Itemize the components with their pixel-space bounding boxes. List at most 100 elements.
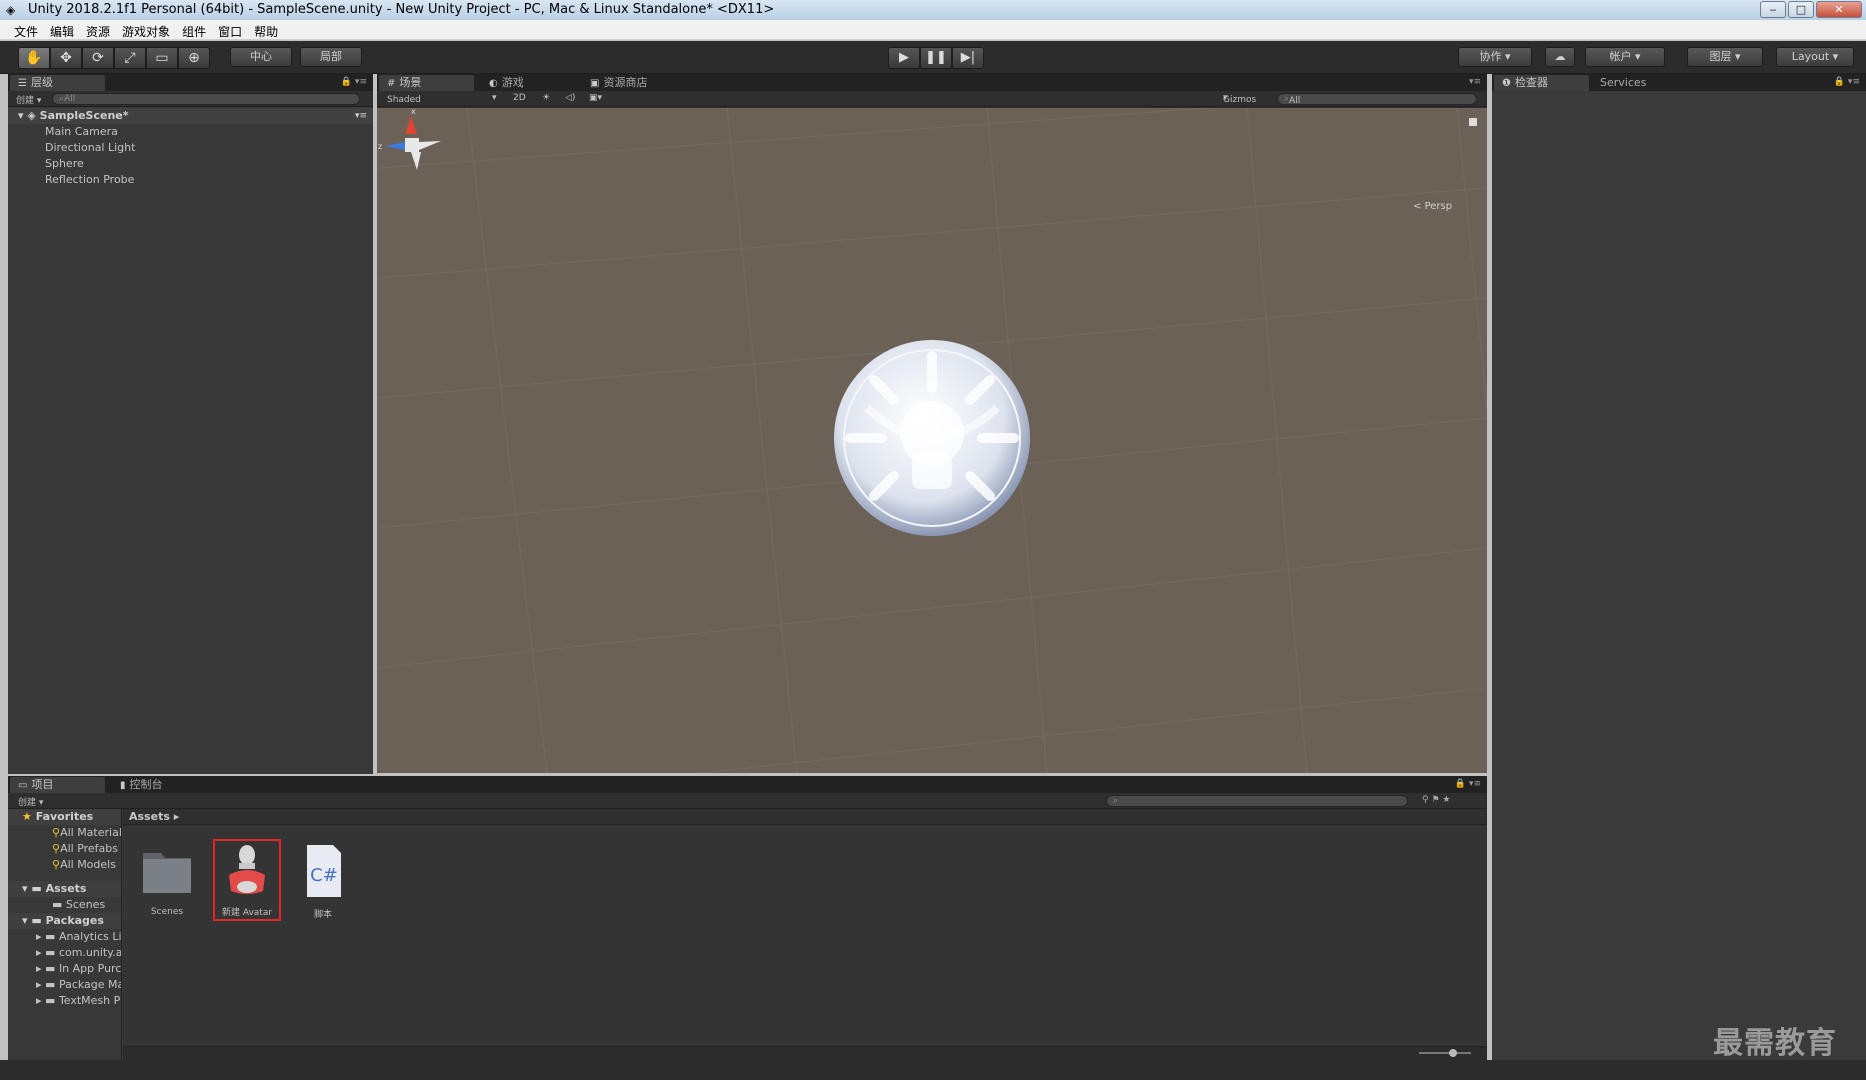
hierarchy-item[interactable]: Directional Light xyxy=(8,140,373,156)
tab-hierarchy[interactable]: ☰ 层级 xyxy=(10,75,105,91)
rect-tool-icon[interactable]: ▭ xyxy=(146,47,178,69)
rotate-tool-icon[interactable]: ⟳ xyxy=(82,47,114,69)
scene-name: SampleScene* xyxy=(39,109,129,122)
lighting-toggle-icon[interactable]: ☀ xyxy=(542,93,550,103)
layout-dropdown[interactable]: Layout ▾ xyxy=(1776,47,1854,67)
tab-project[interactable]: ▭ 项目 xyxy=(10,777,105,793)
orientation-gizmo[interactable]: x z xyxy=(377,108,447,178)
hand-tool-icon[interactable]: ✋ xyxy=(18,47,50,69)
favorites-label: Favorites xyxy=(35,810,94,823)
menu-gameobject[interactable]: 游戏对象 xyxy=(122,20,180,39)
cloud-icon[interactable]: ☁ xyxy=(1545,47,1575,67)
favorite-item[interactable]: ⚲All Materials xyxy=(8,825,121,841)
breadcrumb-assets[interactable]: Assets xyxy=(129,810,170,823)
tab-console-label: 控制台 xyxy=(129,778,163,791)
panel-menu-icon[interactable]: 🔒 ▾≡ xyxy=(1834,77,1860,87)
play-button[interactable]: ▶ xyxy=(888,47,920,69)
asset-item-selected[interactable]: 新建 Avatar xyxy=(213,839,281,921)
pause-button[interactable]: ❚❚ xyxy=(920,47,952,69)
hierarchy-item[interactable]: Main Camera xyxy=(8,124,373,140)
menu-window[interactable]: 窗口 xyxy=(218,20,252,39)
directional-light-gizmo[interactable] xyxy=(834,340,1030,536)
panel-menu-icon[interactable]: 🔒 ▾≡ xyxy=(341,77,367,87)
create-dropdown[interactable]: 创建 ▾ xyxy=(16,93,41,106)
tab-inspector[interactable]: ❶ 检查器 xyxy=(1494,75,1589,91)
tab-console[interactable]: ▮ 控制台 xyxy=(112,777,202,793)
move-tool-icon[interactable]: ✥ xyxy=(50,47,82,69)
package-item[interactable]: ▸ ▬ TextMesh Pr xyxy=(8,993,121,1009)
console-icon: ▮ xyxy=(120,780,126,791)
panel-menu-icon[interactable]: ▾≡ xyxy=(1469,77,1481,87)
pivot-toggle[interactable]: 中心 xyxy=(230,47,292,67)
collab-dropdown[interactable]: 协作 ▾ xyxy=(1458,47,1532,67)
package-item[interactable]: ▸ ▬ com.unity.ad xyxy=(8,945,121,961)
menu-bar: 文件 编辑 资源 游戏对象 组件 窗口 帮助 xyxy=(0,20,1866,40)
hierarchy-item[interactable]: Sphere xyxy=(8,156,373,172)
space-label: 局部 xyxy=(320,50,342,63)
favorites-header[interactable]: ★ Favorites xyxy=(8,809,121,825)
favorite-item[interactable]: ⚲All Prefabs xyxy=(8,841,121,857)
space-toggle[interactable]: 局部 xyxy=(300,47,362,67)
2d-toggle[interactable]: 2D xyxy=(513,93,526,103)
gizmos-dropdown[interactable]: Gizmos ▾ xyxy=(1223,93,1256,105)
filter-icons[interactable]: ⚲ ⚑ ★ xyxy=(1422,795,1450,805)
hierarchy-item[interactable]: Reflection Probe xyxy=(8,172,373,188)
search-placeholder: All xyxy=(1289,96,1301,106)
project-create-dropdown[interactable]: 创建 ▾ xyxy=(18,795,43,808)
tab-services[interactable]: Services xyxy=(1592,75,1682,91)
favorite-item[interactable]: ⚲All Models xyxy=(8,857,121,873)
layers-label: 图层 xyxy=(1709,50,1732,63)
package-item[interactable]: ▸ ▬ Package Mar xyxy=(8,977,121,993)
project-search-input[interactable]: ⌕ xyxy=(1106,795,1408,807)
maximize-button[interactable]: □ xyxy=(1788,1,1814,18)
tab-scene[interactable]: # 场景 xyxy=(379,75,474,91)
scene-search-input[interactable]: ⌕ All xyxy=(1277,93,1477,106)
list-icon: ☰ xyxy=(18,78,27,89)
icon-size-slider[interactable] xyxy=(1419,1049,1471,1057)
projection-label[interactable]: < Persp xyxy=(1413,201,1452,212)
asset-folder-item[interactable]: ▬ Scenes xyxy=(8,897,121,913)
minimize-button[interactable]: ‒ xyxy=(1760,1,1786,18)
scene-tabstrip: # 场景 ◐ 游戏 ▣ 资源商店 ▾≡ xyxy=(377,74,1487,91)
audio-toggle-icon[interactable]: ◁) xyxy=(565,93,575,103)
lock-icon[interactable] xyxy=(1469,118,1477,126)
asset-item[interactable]: C# 脚本 xyxy=(291,841,355,920)
tab-asset-store[interactable]: ▣ 资源商店 xyxy=(582,75,682,91)
scene-menu-icon[interactable]: ▾≡ xyxy=(355,108,367,124)
breadcrumb: Assets ▸ xyxy=(123,809,1487,825)
scale-tool-icon[interactable]: ⤢ xyxy=(114,47,146,69)
favorite-label: All Models xyxy=(60,858,116,871)
step-button[interactable]: ▶| xyxy=(952,47,984,69)
package-item[interactable]: ▸ ▬ In App Purch xyxy=(8,961,121,977)
hierarchy-search-input[interactable]: ⌕All xyxy=(52,93,360,105)
assets-header[interactable]: ▾ ▬ Assets xyxy=(8,881,121,897)
package-label: In App Purch xyxy=(58,962,121,975)
panel-menu-icon[interactable]: 🔒 ▾≡ xyxy=(1455,779,1481,789)
folder-icon: ▬ xyxy=(45,946,56,959)
scene-row[interactable]: ▾ ◈ SampleScene* ▾≡ xyxy=(8,108,373,124)
close-button[interactable]: ✕ xyxy=(1816,1,1862,18)
menu-edit[interactable]: 编辑 xyxy=(50,20,84,39)
menu-assets[interactable]: 资源 xyxy=(86,20,120,39)
package-item[interactable]: ▸ ▬ Analytics Lib xyxy=(8,929,121,945)
watermark: 最需教育 xyxy=(1713,1026,1837,1061)
slider-thumb[interactable] xyxy=(1449,1049,1457,1057)
folder-icon xyxy=(143,853,191,893)
hierarchy-tree: ▾ ◈ SampleScene* ▾≡ Main Camera Direction… xyxy=(8,108,373,188)
menu-help[interactable]: 帮助 xyxy=(254,20,288,39)
account-dropdown[interactable]: 帐户 ▾ xyxy=(1585,47,1665,67)
project-tree: ★ Favorites ⚲All Materials ⚲All Prefabs … xyxy=(8,809,122,1060)
packages-header[interactable]: ▾ ▬ Packages xyxy=(8,913,121,929)
transform-tool-icon[interactable]: ⊕ xyxy=(178,47,210,69)
asset-item[interactable]: Scenes xyxy=(135,841,199,917)
tab-game[interactable]: ◐ 游戏 xyxy=(481,75,561,91)
inspector-body xyxy=(1492,91,1866,1060)
menu-component[interactable]: 组件 xyxy=(182,20,216,39)
hierarchy-panel: ☰ 层级 🔒 ▾≡ 创建 ▾ ⌕All ▾ ◈ SampleScene* ▾≡ Ma… xyxy=(8,74,373,774)
folder-icon: ▬ xyxy=(31,914,42,927)
menu-file[interactable]: 文件 xyxy=(14,20,48,39)
window-title: Unity 2018.2.1f1 Personal (64bit) - Samp… xyxy=(28,2,775,17)
layers-dropdown[interactable]: 图层 ▾ xyxy=(1687,47,1763,67)
effects-toggle-icon[interactable]: ▣▾ xyxy=(589,93,602,103)
scene-viewport[interactable]: x z < Persp xyxy=(377,108,1487,773)
